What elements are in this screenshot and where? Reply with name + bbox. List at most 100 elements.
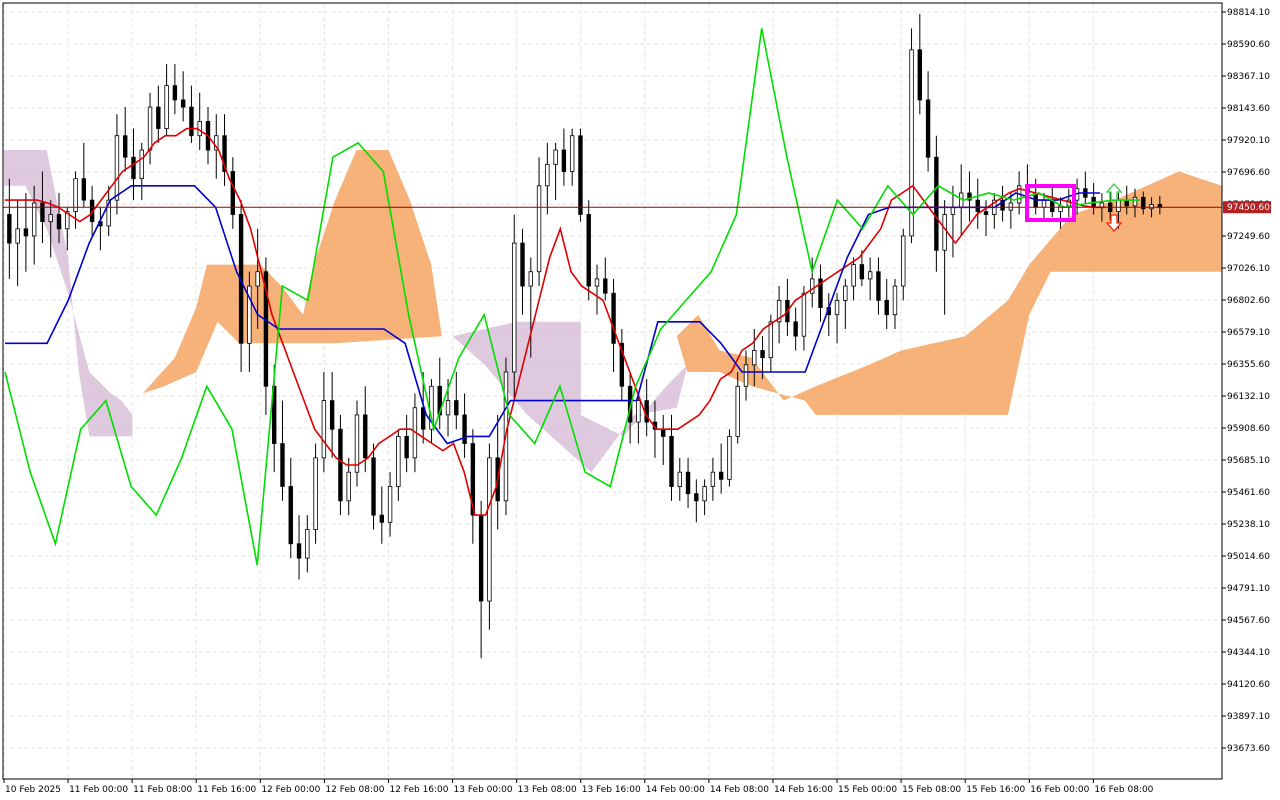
time-tick-label: 12 Feb 08:00	[325, 785, 384, 795]
time-tick-label: 16 Feb 08:00	[1094, 785, 1153, 795]
candle-bull	[1149, 204, 1154, 210]
candle-bull	[843, 285, 848, 301]
candle-bear	[578, 135, 583, 215]
candle-bear	[371, 457, 376, 516]
time-tick-label: 14 Feb 16:00	[774, 785, 833, 795]
price-tick-label: 97696.60	[1227, 168, 1270, 178]
time-tick-label: 11 Feb 08:00	[133, 785, 192, 795]
price-tick-label: 95685.10	[1227, 456, 1270, 466]
candle-bear	[296, 543, 302, 559]
candle-bear	[669, 435, 674, 487]
candle-bear	[561, 149, 567, 172]
candle-bull	[710, 471, 716, 487]
candle-bull	[743, 364, 749, 387]
price-tick-label: 95461.60	[1227, 488, 1270, 498]
price-tick-label: 93897.10	[1227, 712, 1270, 722]
candle-bull	[1041, 199, 1047, 208]
candle-bear	[81, 178, 87, 201]
time-tick-label: 14 Feb 08:00	[710, 785, 769, 795]
candle-bull	[164, 85, 169, 129]
candle-bull	[735, 385, 740, 437]
candle-bear	[23, 228, 29, 237]
candle-bull	[73, 178, 78, 213]
price-tick-label: 96579.10	[1227, 328, 1270, 338]
candle-bull	[139, 149, 144, 180]
candle-bull	[950, 206, 956, 215]
candle-bear	[859, 264, 865, 280]
candle-bull	[536, 185, 542, 273]
candle-bull	[801, 292, 807, 337]
candle-bull	[528, 271, 533, 287]
candle-bear	[793, 321, 798, 337]
price-tick-label: 94791.10	[1227, 584, 1270, 594]
time-tick-label: 13 Feb 16:00	[582, 785, 641, 795]
candle-bull	[834, 299, 840, 316]
candle-bull	[702, 486, 707, 502]
candle-bear	[685, 471, 691, 495]
candle-bear	[189, 106, 194, 137]
time-tick-label: 11 Feb 00:00	[69, 785, 128, 795]
candle-bear	[718, 471, 724, 480]
price-tick-label: 96132.10	[1227, 392, 1270, 402]
price-tick-label: 97249.60	[1227, 232, 1270, 242]
candle-bull	[487, 457, 492, 602]
time-tick-label: 13 Feb 00:00	[454, 785, 513, 795]
candle-bull	[1116, 199, 1121, 213]
candle-bull	[396, 435, 401, 487]
candle-bull	[15, 228, 20, 244]
price-tick-label: 98143.60	[1227, 104, 1270, 114]
time-tick-label: 12 Feb 16:00	[389, 785, 448, 795]
candle-bear	[288, 486, 293, 545]
candle-bull	[594, 278, 600, 287]
candle-bear	[329, 400, 335, 430]
candle-bear	[917, 49, 923, 101]
price-tick-label: 96802.60	[1227, 296, 1270, 306]
time-tick-label: 16 Feb 00:00	[1030, 785, 1089, 795]
candle-bear	[379, 514, 385, 523]
candle-bear	[123, 135, 128, 158]
candle-bear	[760, 350, 765, 359]
candle-bull	[346, 471, 351, 502]
ichimoku-chart: 98814.10 98590.60 98367.10 98143.60 97920.10…	[0, 0, 1280, 800]
price-tick-label: 94567.60	[1227, 616, 1270, 626]
candle-bull	[313, 457, 318, 530]
candle-bull	[553, 149, 558, 165]
price-tick-label: 95014.60	[1227, 552, 1270, 562]
candle-bear	[586, 214, 591, 287]
candle-bear	[876, 271, 881, 301]
candle-bear	[983, 211, 989, 215]
price-tick-label: 97920.10	[1227, 136, 1270, 146]
candle-bear	[56, 214, 62, 230]
candle-bull	[636, 400, 641, 423]
candle-bear	[338, 428, 343, 502]
time-tick-label: 15 Feb 00:00	[838, 785, 897, 795]
candle-bear	[520, 242, 525, 287]
candle-bear	[1124, 199, 1129, 207]
candle-bear	[975, 199, 980, 213]
candle-bull	[768, 321, 774, 359]
candle-bull	[1132, 196, 1138, 207]
candle-bear	[180, 99, 186, 108]
candle-bear	[40, 202, 45, 223]
candle-bull	[255, 271, 260, 287]
price-tick-label: 93673.60	[1227, 744, 1270, 754]
candle-bull	[321, 400, 327, 459]
time-tick-label: 15 Feb 16:00	[966, 785, 1025, 795]
candle-bear	[603, 278, 608, 294]
candle-bull	[387, 486, 393, 523]
candle-bear	[934, 156, 939, 251]
candle-bear	[454, 400, 459, 416]
candle-bull	[1008, 202, 1014, 211]
candle-bull	[512, 242, 517, 373]
price-tick-label: 97026.10	[1227, 264, 1270, 274]
price-tick-label: 94344.10	[1227, 648, 1270, 658]
candle-bull	[851, 264, 856, 287]
price-tick-label: 96355.60	[1227, 360, 1270, 370]
candle-bear	[661, 428, 666, 437]
candle-bull	[305, 529, 310, 559]
time-tick-label: 15 Feb 08:00	[902, 785, 961, 795]
time-tick-label: 10 Feb 2025	[5, 785, 61, 795]
candle-bear	[694, 493, 699, 502]
candle-bear	[363, 414, 368, 459]
time-tick-label: 14 Feb 00:00	[646, 785, 705, 795]
